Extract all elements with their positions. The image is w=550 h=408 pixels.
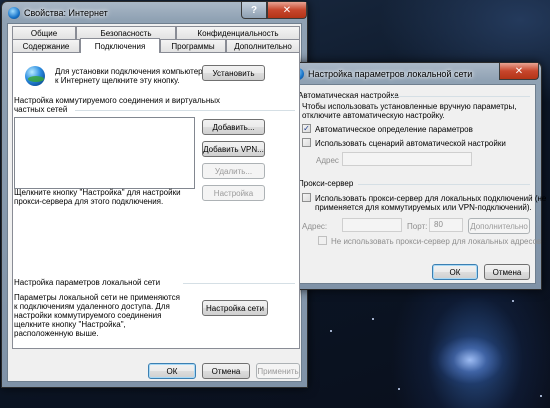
- use-proxy-label-line1[interactable]: Использовать прокси-сервер для локальных…: [315, 194, 546, 203]
- proxy-server-header: Прокси-сервер: [298, 179, 354, 188]
- help-button[interactable]: ?: [241, 2, 267, 19]
- lan-settings-button[interactable]: Настройка сети: [202, 300, 268, 316]
- port-field[interactable]: 80: [429, 218, 463, 232]
- dialup-header-line1: Настройка коммутируемого соединения и ви…: [14, 96, 221, 105]
- wallpaper-star: [398, 388, 400, 390]
- tab-content-label: Содержание: [22, 41, 70, 51]
- bypass-local-checkbox[interactable]: [318, 236, 327, 245]
- tab-advanced-label: Дополнительно: [234, 41, 292, 51]
- group-divider: [75, 110, 295, 111]
- add-vpn-button[interactable]: Добавить VPN...: [202, 141, 265, 157]
- lan-text-line4: щелкните кнопку "Настройка",: [14, 320, 126, 329]
- tab-connections[interactable]: Подключения: [80, 38, 160, 53]
- script-address-field[interactable]: [342, 152, 472, 166]
- auto-detect-checkbox[interactable]: ✓: [302, 124, 311, 133]
- use-proxy-label-line2[interactable]: применяется для коммутируемых или VPN-по…: [315, 203, 532, 212]
- ok-button[interactable]: ОК: [148, 363, 196, 379]
- wallpaper-star: [372, 318, 374, 320]
- script-address-value: [343, 154, 347, 163]
- window-client-area: Общие Безопасность Конфиденциальность Со…: [7, 23, 302, 382]
- connections-tab-panel: Для установки подключения компьютера к И…: [12, 52, 300, 349]
- lan-text-line2: к подключениям удаленного доступа. Для: [14, 302, 170, 311]
- port-label: Порт:: [407, 222, 428, 231]
- auto-script-checkbox[interactable]: [302, 138, 311, 147]
- internet-properties-window: Свойства: Интернет ? ✕ Общие Безопасност…: [1, 1, 308, 388]
- auto-script-label[interactable]: Использовать сценарий автоматической нас…: [315, 139, 506, 148]
- proxy-hint-line1: Щелкните кнопку "Настройка" для настройк…: [14, 188, 181, 197]
- bypass-local-label[interactable]: Не использовать прокси-сервер для локаль…: [331, 237, 541, 246]
- dialog-ok-button[interactable]: ОК: [432, 264, 478, 280]
- group-divider: [390, 96, 530, 97]
- tab-advanced[interactable]: Дополнительно: [226, 39, 300, 52]
- dialog-client-area: Автоматическая настройка Чтобы использов…: [291, 84, 546, 284]
- lan-text-line5: расположенную выше.: [14, 329, 99, 338]
- use-proxy-checkbox[interactable]: [302, 193, 311, 202]
- tab-content[interactable]: Содержание: [12, 39, 80, 52]
- tab-connections-label: Подключения: [94, 41, 146, 51]
- script-address-label: Адрес: [316, 156, 339, 165]
- dialog-close-button[interactable]: ✕: [499, 63, 539, 80]
- setup-button[interactable]: Установить: [202, 65, 265, 81]
- lan-text-line3: настройки коммутируемого соединения: [14, 311, 162, 320]
- lan-settings-dialog: Настройка параметров локальной сети ✕ Ав…: [285, 62, 546, 290]
- tab-programs[interactable]: Программы: [160, 39, 226, 52]
- tab-general[interactable]: Общие: [12, 26, 76, 39]
- tab-privacy-label: Конфиденциальность: [197, 28, 279, 38]
- dialup-header-line2: частных сетей: [14, 105, 68, 114]
- close-button[interactable]: ✕: [267, 2, 307, 19]
- setup-text-line2: к Интернету щелкните эту кнопку.: [55, 76, 180, 85]
- add-button[interactable]: Добавить...: [202, 119, 265, 135]
- proxy-address-value: [343, 220, 347, 229]
- auto-detect-label[interactable]: Автоматическое определение параметров: [315, 125, 473, 134]
- wallpaper-star: [540, 395, 542, 397]
- proxy-address-label: Адрес:: [302, 222, 328, 231]
- advanced-button[interactable]: Дополнительно: [468, 218, 530, 234]
- internet-globe-icon: [8, 7, 20, 19]
- auto-config-header: Автоматическая настройка: [298, 91, 399, 100]
- lan-text-line1: Параметры локальной сети не применяются: [14, 293, 180, 302]
- proxy-address-field[interactable]: [342, 218, 402, 232]
- wallpaper-star: [512, 300, 514, 302]
- group-divider: [358, 184, 530, 185]
- proxy-hint-line2: прокси-сервера для этого подключения.: [14, 197, 164, 206]
- remove-button[interactable]: Удалить...: [202, 163, 265, 179]
- auto-config-text-line1: Чтобы использовать установленные вручную…: [302, 102, 517, 111]
- dialog-cancel-button[interactable]: Отмена: [484, 264, 530, 280]
- connections-list[interactable]: [14, 117, 195, 189]
- lan-header: Настройка параметров локальной сети: [14, 278, 161, 287]
- tab-security-label: Безопасность: [100, 28, 152, 38]
- tab-privacy[interactable]: Конфиденциальность: [176, 26, 300, 39]
- globe-icon: [25, 66, 45, 86]
- group-divider: [183, 283, 295, 284]
- auto-config-text-line2: отключите автоматическую настройку.: [302, 111, 445, 120]
- wallpaper-galaxy: [400, 300, 540, 408]
- settings-button[interactable]: Настройка: [202, 185, 265, 201]
- setup-text-line1: Для установки подключения компьютера: [55, 67, 208, 76]
- tab-general-label: Общие: [30, 28, 58, 38]
- cancel-button[interactable]: Отмена: [202, 363, 250, 379]
- tab-programs-label: Программы: [171, 41, 215, 51]
- port-value: 80: [434, 220, 443, 229]
- apply-button[interactable]: Применить: [256, 363, 300, 379]
- window-title: Свойства: Интернет: [24, 8, 108, 18]
- dialog-title: Настройка параметров локальной сети: [308, 69, 473, 79]
- wallpaper-star: [330, 330, 332, 332]
